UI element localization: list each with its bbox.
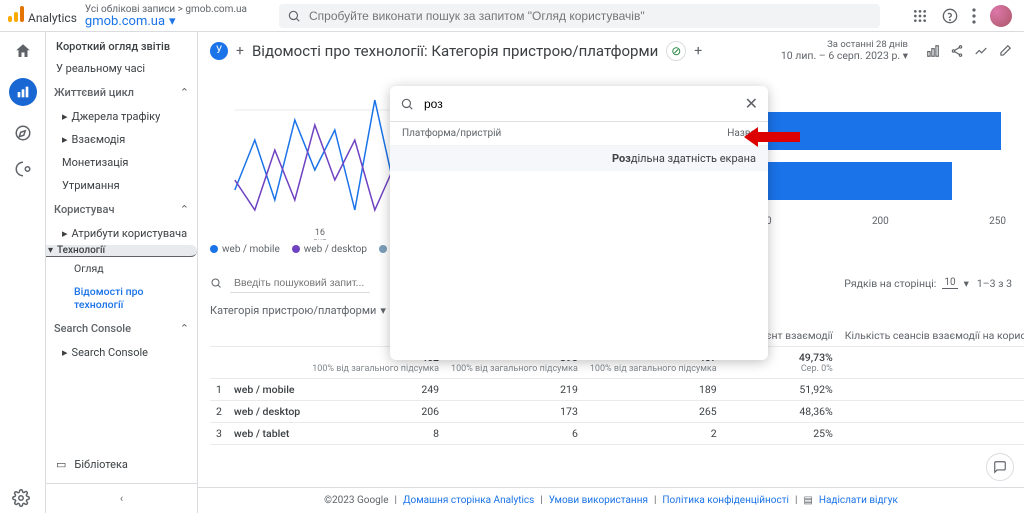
report-title: Відомості про технології: Категорія прис…	[252, 42, 658, 60]
home-icon[interactable]	[14, 42, 32, 60]
user-chip[interactable]: У	[210, 42, 228, 60]
sidebar-item-traffic[interactable]: ▸Джерела трафіку	[46, 105, 197, 128]
sidebar-item-retention[interactable]: Утримання	[46, 174, 197, 197]
library-icon: ▭	[56, 458, 66, 471]
sidebar-library[interactable]: ▭ Бібліотека	[46, 446, 197, 483]
footer-link-home[interactable]: Домашня сторінка Analytics	[403, 495, 534, 506]
chevron-up-icon: ⌃	[180, 86, 189, 99]
annotation-arrow	[758, 132, 800, 142]
sidebar-collapse[interactable]: ‹	[46, 483, 197, 513]
sidebar-item-search-console[interactable]: ▸Search Console	[46, 341, 197, 364]
table-row[interactable]: 3web / tablet86225%0,250 хв 47 с	[210, 422, 1024, 444]
search-icon	[400, 97, 414, 111]
sidebar: Короткий огляд звітів У реальному часі Ж…	[46, 32, 198, 513]
report-header: У + Відомості про технології: Категорія …	[198, 32, 1024, 70]
nav-rail	[0, 32, 46, 513]
search-icon	[287, 9, 301, 23]
dimension-search-popup: ✕ Платформа/пристрій Назва Роздільна зда…	[390, 86, 768, 360]
search-icon	[210, 277, 222, 289]
sidebar-summary[interactable]: Короткий огляд звітів	[46, 32, 197, 57]
col-sessions-per-user[interactable]: Кількість сеансів взаємодії на користува…	[839, 325, 1024, 347]
table-row[interactable]: 2web / desktop20617326548,36%1,292 хв 35…	[210, 400, 1024, 422]
sidebar-item-tech[interactable]: ▾Технології	[46, 245, 197, 257]
group-user[interactable]: Користувач⌃	[46, 197, 197, 222]
table-row[interactable]: 1web / mobile24921918951,92%0,761 хв 14 …	[210, 378, 1024, 400]
group-lifecycle[interactable]: Життєвий цикл⌃	[46, 80, 197, 105]
explore-icon[interactable]	[14, 124, 32, 142]
sidebar-item-monetization[interactable]: Монетизація	[46, 151, 197, 174]
global-search[interactable]	[279, 4, 880, 28]
edit-icon[interactable]	[998, 44, 1012, 58]
customize-icon[interactable]	[926, 44, 940, 58]
table-search-input[interactable]	[230, 274, 370, 293]
feedback-icon: ▤	[803, 495, 812, 506]
global-search-input[interactable]	[307, 8, 872, 24]
footer-link-terms[interactable]: Умови використання	[549, 495, 648, 506]
footer-link-privacy[interactable]: Політика конфіденційності	[662, 495, 789, 506]
ads-icon[interactable]	[14, 160, 32, 178]
sidebar-sub-overview[interactable]: Огляд	[46, 257, 197, 280]
pagination-range: 1–3 з 3	[977, 277, 1012, 290]
account-switcher[interactable]: Усі облікові записи > gmob.com.ua gmob.c…	[85, 4, 247, 28]
account-name: gmob.com.ua▾	[85, 15, 247, 28]
close-icon[interactable]: ✕	[745, 94, 758, 113]
top-bar: Analytics Усі облікові записи > gmob.com…	[0, 0, 1024, 32]
avatar[interactable]	[990, 5, 1012, 27]
chevron-down-icon: ▾	[169, 15, 176, 28]
ga-logo-icon	[8, 6, 24, 22]
apps-icon[interactable]	[912, 8, 928, 24]
sidebar-realtime[interactable]: У реальному часі	[46, 57, 197, 80]
reports-icon[interactable]	[9, 78, 37, 106]
share-icon[interactable]	[950, 44, 964, 58]
feedback-button[interactable]	[986, 453, 1014, 481]
add-comparison[interactable]: +	[236, 43, 244, 59]
svg-text:лип.: лип.	[313, 237, 329, 240]
add-button[interactable]: ⊘	[666, 41, 686, 61]
dimension-picker[interactable]: Категорія пристрою/платформи ▾	[210, 304, 386, 317]
plus-button[interactable]: +	[694, 43, 702, 59]
footer: ©2023 Google | Домашня сторінка Analytic…	[198, 487, 1024, 513]
chevron-up-icon: ⌃	[180, 322, 189, 335]
chevron-up-icon: ⌃	[180, 203, 189, 216]
help-icon[interactable]	[942, 8, 958, 24]
sidebar-sub-tech-details[interactable]: Відомості про технології	[46, 280, 197, 316]
popup-col-platform: Платформа/пристрій	[402, 128, 501, 139]
main: У + Відомості про технології: Категорія …	[198, 32, 1024, 513]
insights-icon[interactable]	[974, 44, 988, 58]
group-search-console[interactable]: Search Console⌃	[46, 316, 197, 341]
footer-link-feedback[interactable]: Надіслати відгук	[819, 495, 898, 506]
popup-search-input[interactable]	[422, 96, 737, 112]
sidebar-item-user-attrs[interactable]: ▸Атрибути користувача	[46, 222, 197, 245]
ga-logo: Analytics	[8, 6, 77, 25]
sidebar-item-engagement[interactable]: ▸Взаємодія	[46, 128, 197, 151]
popup-result-screen-resolution[interactable]: Роздільна здатність екрана	[390, 146, 768, 171]
product-name: Analytics	[28, 11, 77, 25]
rows-per-page[interactable]: Рядків на сторінці: 10▾	[844, 277, 969, 290]
account-crumb: Усі облікові записи > gmob.com.ua	[85, 4, 247, 15]
more-icon[interactable]	[972, 8, 976, 24]
date-range-picker[interactable]: За останні 28 днів 10 лип. – 6 серп. 202…	[781, 40, 908, 62]
gear-icon[interactable]	[12, 489, 30, 507]
